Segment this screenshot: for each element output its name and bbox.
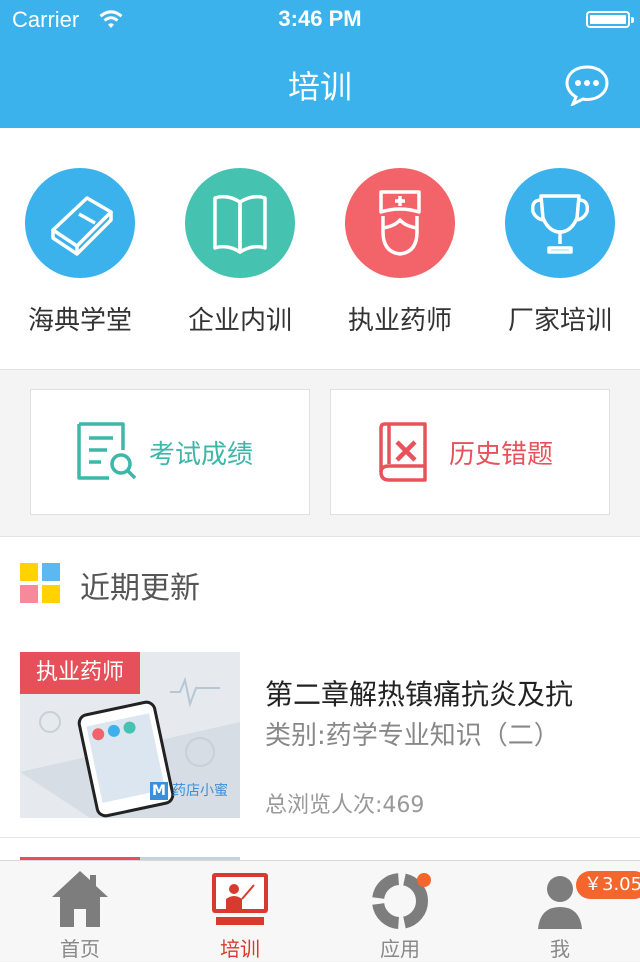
grid-logo-icon — [20, 563, 60, 603]
recent-title: 近期更新 — [80, 571, 200, 606]
balance-badge: ￥3.05 — [576, 871, 640, 899]
tab-label: 我 — [550, 937, 570, 961]
tab-apps[interactable]: 应用 — [320, 861, 480, 961]
category-label: 厂家培训 — [507, 306, 612, 336]
category-licensed-pharmacist[interactable]: 执业药师 — [320, 168, 480, 337]
category-internal-training[interactable]: 企业内训 — [160, 168, 320, 337]
article-thumbnail: 执业药师 M 药店小蜜 — [20, 652, 240, 818]
card-label: 考试成绩 — [149, 440, 254, 470]
category-manufacturer-training[interactable]: 厂家培训 — [480, 168, 640, 337]
article-item[interactable]: 执业药师 M 药店小蜜 第二章解热镇痛抗炎及抗 类别:药学专业知识（二） 总浏览人… — [0, 641, 640, 838]
card-label: 历史错题 — [449, 440, 554, 470]
tab-training[interactable]: 培训 — [160, 861, 320, 961]
training-icon — [212, 873, 268, 925]
category-label: 海典学堂 — [27, 306, 132, 336]
tab-label: 应用 — [380, 937, 420, 961]
home-icon — [52, 871, 108, 927]
nurse-icon — [345, 168, 455, 278]
exam-result-icon — [77, 422, 137, 480]
article-tag: 执业药师 — [20, 652, 140, 694]
chat-icon[interactable] — [564, 64, 610, 106]
article-views: 总浏览人次:469 — [265, 793, 425, 818]
battery-icon — [586, 11, 634, 28]
wrong-answers-card[interactable]: 历史错题 — [330, 389, 610, 515]
open-book-icon — [185, 168, 295, 278]
category-label: 企业内训 — [187, 306, 292, 336]
exam-results-card[interactable]: 考试成绩 — [30, 389, 310, 515]
page-title: 培训 — [287, 68, 352, 106]
category-label: 执业药师 — [347, 306, 452, 336]
status-bar: Carrier 3:46 PM — [0, 0, 640, 40]
notification-dot — [417, 873, 431, 887]
article-category: 类别:药学专业知识（二） — [265, 721, 560, 751]
recent-header: 近期更新 — [0, 537, 640, 627]
tab-bar: 首页 培训 应用 我 ￥3.05 — [0, 860, 640, 961]
recent-updates-section: 近期更新 执业药师 M 药店小蜜 第二章解热镇痛抗炎及抗 类别:药学专业知识（二）… — [0, 537, 640, 862]
wrong-answer-book-icon — [379, 422, 427, 482]
nav-bar: 培训 — [0, 40, 640, 128]
category-haidian-academy[interactable]: 海典学堂 — [0, 168, 160, 337]
tab-home[interactable]: 首页 — [0, 861, 160, 961]
category-grid: 海典学堂 企业内训 执业药师 厂家培训 — [0, 128, 640, 370]
tab-label: 培训 — [220, 937, 260, 961]
trophy-icon — [505, 168, 615, 278]
book-icon — [25, 168, 135, 278]
article-title: 第二章解热镇痛抗炎及抗 — [265, 678, 574, 707]
brand-watermark: M 药店小蜜 — [150, 780, 228, 800]
quick-cards: 考试成绩 历史错题 — [0, 370, 640, 537]
tab-label: 首页 — [60, 937, 100, 961]
clock: 3:46 PM — [278, 6, 362, 31]
